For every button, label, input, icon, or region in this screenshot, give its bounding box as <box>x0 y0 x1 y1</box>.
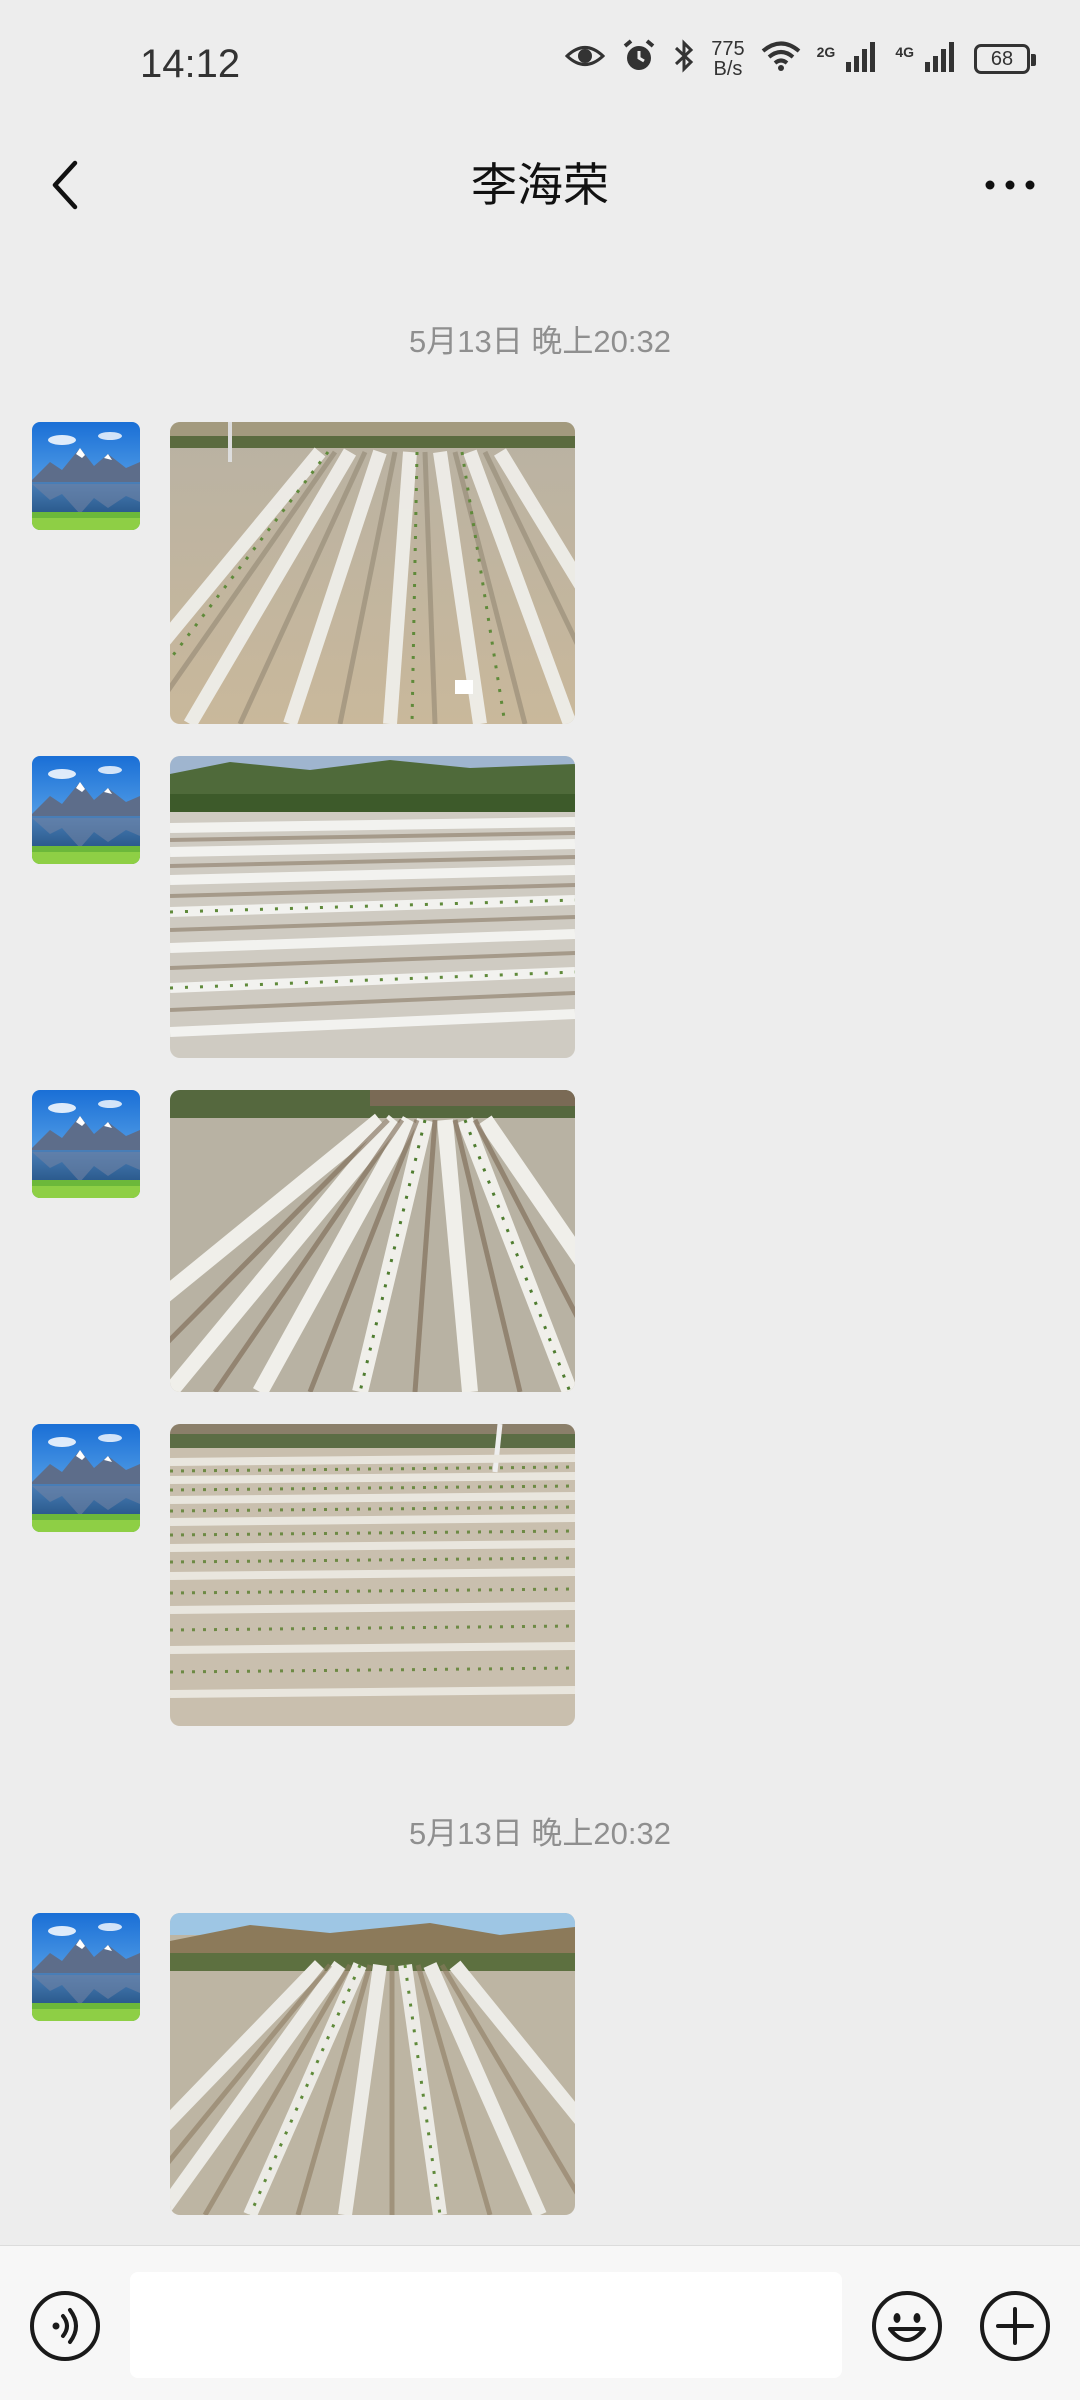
chat-title: 李海荣 <box>471 159 609 211</box>
emoji-button[interactable] <box>870 2289 944 2363</box>
emoji-icon <box>872 2291 942 2361</box>
signal-icon <box>924 40 958 77</box>
chat-header: 李海荣 <box>0 130 1080 240</box>
battery-icon: 68 <box>974 43 1036 74</box>
image-message[interactable] <box>170 1424 575 1726</box>
sender-avatar[interactable] <box>32 422 140 530</box>
wifi-icon <box>761 40 801 77</box>
signal-4g-tag: 4G <box>895 44 914 60</box>
image-message[interactable] <box>170 1913 575 2215</box>
network-speed-value: 775 <box>711 37 745 60</box>
message-input[interactable] <box>130 2272 842 2378</box>
signal-icon <box>845 40 879 77</box>
sender-avatar[interactable] <box>32 1090 140 1198</box>
input-bar <box>0 2245 1080 2400</box>
chat-message-list[interactable]: 5月13日 晚上20:32 5月13日 晚上20:32 <box>0 240 1080 2245</box>
message-timestamp: 5月13日 晚上20:32 <box>409 1816 671 1851</box>
network-speed: 775 B/s <box>711 39 744 79</box>
more-button[interactable] <box>970 150 1050 220</box>
sender-avatar[interactable] <box>32 1913 140 2021</box>
more-dots-icon <box>985 180 1035 190</box>
eye-icon <box>565 41 606 76</box>
image-message[interactable] <box>170 422 575 724</box>
more-functions-button[interactable] <box>978 2289 1052 2363</box>
network-speed-unit: B/s <box>713 57 743 80</box>
image-message[interactable] <box>170 756 575 1058</box>
signal-2g-tag: 2G <box>816 44 836 60</box>
image-message[interactable] <box>170 1090 575 1392</box>
bluetooth-icon <box>673 38 695 79</box>
message-timestamp: 5月13日 晚上20:32 <box>409 324 671 359</box>
voice-icon <box>30 2291 100 2361</box>
alarm-icon <box>621 38 657 79</box>
status-bar: 14:12 775 B/s 2G 4G 68 <box>0 0 1080 130</box>
voice-button[interactable] <box>28 2289 102 2363</box>
plus-icon <box>980 2291 1050 2361</box>
sender-avatar[interactable] <box>32 1424 140 1532</box>
status-time: 14:12 <box>140 42 241 86</box>
sender-avatar[interactable] <box>32 756 140 864</box>
status-icons: 775 B/s 2G 4G 68 <box>565 38 1036 79</box>
